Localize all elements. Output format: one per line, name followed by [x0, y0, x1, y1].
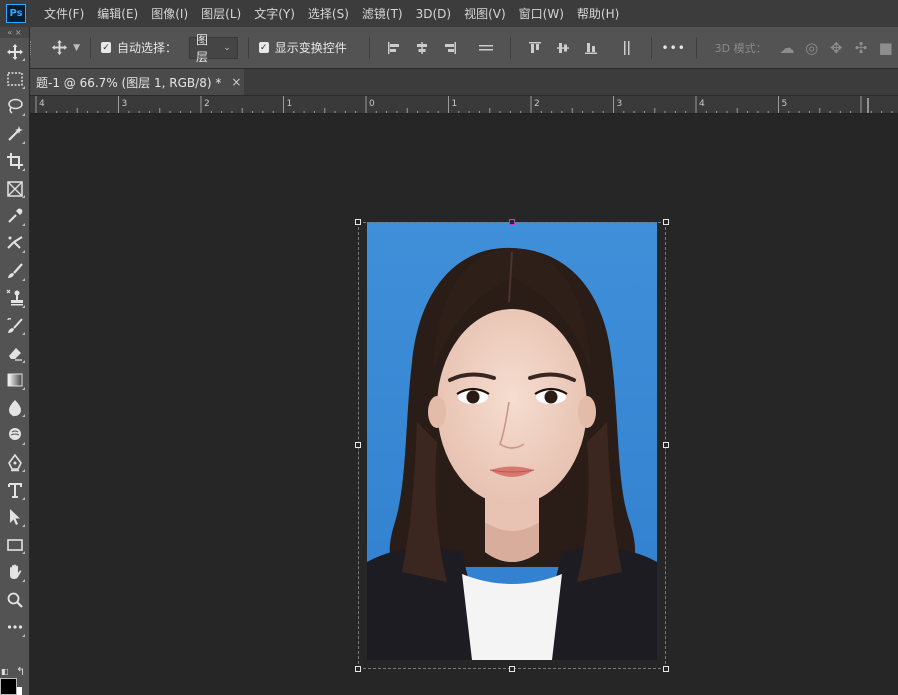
- transform-handle-middle-right[interactable]: [663, 442, 669, 448]
- tools-panel: « × ◧ ↰: [0, 27, 30, 695]
- ruler-label: 0: [369, 99, 375, 109]
- zoom-icon[interactable]: [0, 586, 30, 613]
- foreground-color-swatch[interactable]: [0, 678, 17, 695]
- eraser-icon[interactable]: [0, 339, 30, 366]
- menu-layer[interactable]: 图层(L): [201, 5, 241, 22]
- ruler-label: 3: [617, 99, 623, 109]
- horizontal-ruler[interactable]: 4 3 2 1 0 1 2 3 4 5: [30, 96, 898, 114]
- blur-icon[interactable]: [0, 394, 30, 421]
- 3d-pan-icon[interactable]: ✥: [824, 39, 849, 57]
- align-vertical-center-icon[interactable]: [549, 37, 577, 59]
- align-right-icon[interactable]: [436, 37, 464, 59]
- align-horizontal-center-icon[interactable]: [408, 37, 436, 59]
- default-colors-icon[interactable]: ◧: [1, 667, 9, 676]
- auto-select-checkbox[interactable]: ✓: [100, 42, 112, 53]
- align-bottom-icon[interactable]: [577, 37, 605, 59]
- ruler-label: 1: [452, 99, 458, 109]
- menu-image[interactable]: 图像(I): [151, 5, 188, 22]
- transform-handle-middle-left[interactable]: [355, 442, 361, 448]
- document-tab-bar: 题-1 @ 66.7% (图层 1, RGB/8) * ×: [30, 69, 898, 96]
- 3d-orbit-icon[interactable]: ☁: [775, 39, 800, 57]
- portrait-photo[interactable]: [367, 222, 657, 660]
- ruler-label: 2: [204, 99, 210, 109]
- menu-bar: Ps 文件(F) 编辑(E) 图像(I) 图层(L) 文字(Y) 选择(S) 滤…: [0, 0, 898, 27]
- pen-icon[interactable]: [0, 449, 30, 476]
- lasso-icon[interactable]: [0, 93, 30, 120]
- transform-handle-bottom-middle[interactable]: [509, 666, 515, 672]
- frame-icon[interactable]: [0, 175, 30, 202]
- ruler-label: 1: [287, 99, 293, 109]
- chevron-down-icon[interactable]: ▼: [73, 43, 80, 53]
- divider: [368, 36, 370, 59]
- move-tool-icon[interactable]: [0, 38, 30, 65]
- menu-edit[interactable]: 编辑(E): [97, 5, 138, 22]
- clone-stamp-icon[interactable]: [0, 285, 30, 312]
- crop-icon[interactable]: [0, 148, 30, 175]
- divider: [695, 36, 697, 59]
- 3d-roll-icon[interactable]: ◎: [799, 39, 824, 57]
- dodge-icon[interactable]: [0, 421, 30, 448]
- document-tab-title: 题-1 @ 66.7% (图层 1, RGB/8) *: [36, 75, 222, 90]
- more-tools-icon[interactable]: [0, 613, 30, 640]
- menu-type[interactable]: 文字(Y): [254, 5, 295, 22]
- divider: [650, 36, 652, 59]
- transform-handle-top-left[interactable]: [355, 219, 361, 225]
- 3d-scale-icon[interactable]: ■: [873, 39, 898, 57]
- history-brush-icon[interactable]: [0, 312, 30, 339]
- divider: [509, 36, 511, 59]
- more-options-button[interactable]: •••: [662, 41, 686, 55]
- menu-window[interactable]: 窗口(W): [519, 5, 564, 22]
- hand-icon[interactable]: [0, 558, 30, 585]
- transform-handle-bottom-right[interactable]: [663, 666, 669, 672]
- divider: [247, 36, 249, 59]
- rectangular-marquee-icon[interactable]: [0, 65, 30, 92]
- transform-handle-top-middle[interactable]: [509, 219, 515, 225]
- color-swatches: ◧ ↰: [0, 665, 30, 695]
- menu-view[interactable]: 视图(V): [464, 5, 506, 22]
- menu-file[interactable]: 文件(F): [44, 5, 84, 22]
- ruler-label: 4: [39, 99, 45, 109]
- ruler-label: 4: [699, 99, 705, 109]
- swap-colors-icon[interactable]: ↰: [16, 665, 25, 678]
- menu-3d[interactable]: 3D(D): [416, 7, 451, 21]
- path-selection-icon[interactable]: [0, 504, 30, 531]
- menu-select[interactable]: 选择(S): [308, 5, 349, 22]
- options-bar: ▼ ✓ 自动选择： 图层 ⌄ ✓ 显示变换控件 ••• 3D 模式： ☁ ◎ ✥…: [0, 27, 898, 69]
- align-buttons: [380, 36, 641, 59]
- brush-icon[interactable]: [0, 257, 30, 284]
- distribute-horizontal-icon[interactable]: [472, 37, 500, 59]
- distribute-vertical-icon[interactable]: [613, 37, 641, 59]
- ruler-label: 3: [122, 99, 128, 109]
- 3d-slide-icon[interactable]: ✣: [849, 39, 874, 57]
- transform-handle-bottom-left[interactable]: [355, 666, 361, 672]
- transform-handle-top-right[interactable]: [663, 219, 669, 225]
- move-tool-preset-icon[interactable]: [51, 39, 68, 56]
- tools-panel-header[interactable]: « ×: [0, 27, 29, 38]
- align-left-icon[interactable]: [380, 37, 408, 59]
- 3d-mode-label: 3D 模式：: [714, 41, 767, 55]
- auto-select-target-value: 图层: [196, 32, 209, 64]
- divider: [90, 36, 91, 59]
- portrait-image: [367, 222, 657, 660]
- photoshop-logo: Ps: [6, 4, 26, 23]
- ruler-label: 2: [534, 99, 540, 109]
- close-icon[interactable]: ×: [231, 75, 241, 89]
- menu-filter[interactable]: 滤镜(T): [362, 5, 403, 22]
- auto-select-target-dropdown[interactable]: 图层 ⌄: [189, 33, 238, 64]
- menu-help[interactable]: 帮助(H): [577, 5, 619, 22]
- rectangle-shape-icon[interactable]: [0, 531, 30, 558]
- ruler-ticks: 4 3 2 1 0 1 2 3 4 5: [35, 96, 893, 113]
- show-transform-label: 显示变换控件: [274, 41, 347, 55]
- eyedropper-icon[interactable]: [0, 202, 30, 229]
- show-transform-checkbox[interactable]: ✓: [258, 42, 269, 53]
- auto-select-label: 自动选择：: [117, 41, 178, 55]
- magic-wand-icon[interactable]: [0, 120, 30, 147]
- type-icon[interactable]: [0, 476, 30, 503]
- chevron-down-icon: ⌄: [223, 42, 231, 53]
- spot-healing-icon[interactable]: [0, 230, 30, 257]
- gradient-icon[interactable]: [0, 367, 30, 394]
- ruler-label: 5: [782, 99, 788, 109]
- document-tab[interactable]: 题-1 @ 66.7% (图层 1, RGB/8) * ×: [30, 69, 244, 95]
- align-top-icon[interactable]: [521, 37, 549, 59]
